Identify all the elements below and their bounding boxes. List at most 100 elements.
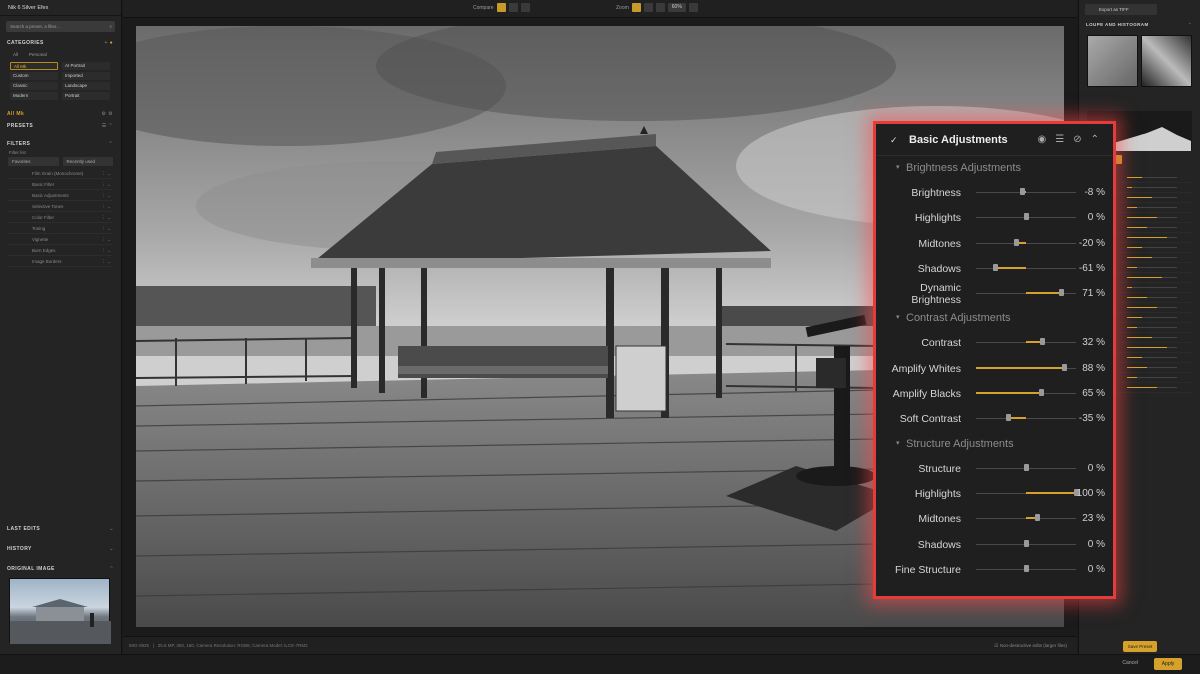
last-edits-header[interactable]: LAST EDITS ⌄ [0, 523, 122, 535]
category-item[interactable]: Landscape [62, 82, 110, 90]
search-input[interactable]: Search a preset, a filter... ⌕ [6, 21, 115, 32]
slider-handle[interactable] [1059, 289, 1064, 297]
cancel-button[interactable]: Cancel [1122, 660, 1138, 666]
chevron-up-icon[interactable]: ⌃ [1188, 19, 1192, 31]
slider-handle[interactable] [1019, 188, 1025, 195]
chevron-down-icon[interactable]: ⌄ [109, 543, 114, 555]
category-item[interactable]: AI Portrait [62, 62, 110, 70]
adjustment-slider-row[interactable]: Soft Contrast -35 % [876, 406, 1113, 431]
chevron-down-icon[interactable]: ⌄ [109, 523, 114, 535]
chevron-up-icon[interactable]: ⌃ [1091, 134, 1099, 145]
filter-item-toggle-icon[interactable]: ⋮ ⌄ [101, 190, 111, 201]
filter-item[interactable]: Basic Adjustments ⋮ ⌄ [8, 190, 113, 201]
adjustment-slider-row[interactable]: Dynamic Brightness 71 % [876, 281, 1113, 306]
adjustment-slider-row[interactable]: Amplify Whites 88 % [876, 356, 1113, 381]
adjustment-slider-row[interactable]: Structure 0 % [876, 456, 1113, 481]
reset-icon[interactable]: ⊘ [1073, 134, 1081, 145]
slider-handle[interactable] [1006, 414, 1011, 422]
zoom-value[interactable]: 60% [667, 3, 686, 12]
filter-item-toggle-icon[interactable]: ⋮ ⌄ [101, 234, 111, 245]
filter-item[interactable]: Color Filter ⋮ ⌄ [8, 212, 113, 223]
filter-item[interactable]: Film Grain (Monochrome) ⋮ ⌄ [8, 168, 113, 179]
filter-item-toggle-icon[interactable]: ⋮ ⌄ [101, 179, 111, 190]
compare-full-button[interactable] [520, 3, 530, 12]
slider-handle[interactable] [993, 263, 998, 271]
export-button[interactable]: Export as TIFF [1085, 4, 1157, 15]
add-icon[interactable]: + ● [104, 37, 113, 49]
adjustment-slider-row[interactable]: Midtones 23 % [876, 506, 1113, 531]
adjustment-slider-row[interactable]: Contrast 32 % [876, 330, 1113, 355]
chevron-down-icon[interactable]: ▾ [896, 156, 900, 180]
original-image-thumbnail[interactable] [9, 578, 111, 644]
adjustment-slider-row[interactable]: Brightness -8 % [876, 180, 1113, 205]
adjustment-group-header[interactable]: ▾ Structure Adjustments [876, 432, 1113, 456]
slider-handle[interactable] [1023, 213, 1029, 221]
filter-item-toggle-icon[interactable]: ⋮ ⌄ [101, 223, 111, 234]
chevron-down-icon[interactable]: ▾ [896, 432, 900, 456]
save-preset-button[interactable]: Save Preset [1123, 641, 1157, 652]
slider-handle[interactable] [1023, 463, 1029, 471]
menu-icon[interactable]: ☰ [1055, 134, 1064, 145]
original-image-header[interactable]: ORIGINAL IMAGE ⌃ [0, 563, 122, 575]
slider-handle[interactable] [1023, 539, 1029, 547]
categories-header[interactable]: CATEGORIES + ● [0, 37, 121, 49]
adjustment-slider-row[interactable]: Midtones -20 % [876, 231, 1113, 256]
filter-item[interactable]: Burn Edges ⋮ ⌄ [8, 245, 113, 256]
adjustment-slider-row[interactable]: Highlights 100 % [876, 481, 1113, 506]
filter-item-toggle-icon[interactable]: ⋮ ⌄ [101, 212, 111, 223]
compare-side-button[interactable] [508, 3, 518, 12]
adjustment-slider-row[interactable]: Fine Structure 0 % [876, 557, 1113, 582]
zoom-fit-button[interactable] [631, 3, 641, 12]
zoom-100-button[interactable] [655, 3, 665, 12]
adjustment-slider-row[interactable]: Shadows 0 % [876, 532, 1113, 557]
adjustment-slider-row[interactable]: Amplify Blacks 65 % [876, 381, 1113, 406]
slider-track[interactable] [976, 242, 1076, 244]
category-item[interactable]: Classic [10, 82, 58, 90]
zoom-dropdown[interactable] [688, 3, 698, 12]
filter-item[interactable]: Toning ⋮ ⌄ [8, 223, 113, 234]
chevron-up-icon[interactable]: ⌃ [109, 563, 114, 575]
slider-handle[interactable] [1035, 514, 1040, 522]
settings-icon[interactable]: ⚙ ⚙ [101, 108, 113, 120]
loupe-header[interactable]: LOUPE AND HISTOGRAM ⌃ [1079, 19, 1200, 31]
slider-handle[interactable] [1038, 389, 1044, 397]
filter-item[interactable]: Image Borders ⋮ ⌄ [8, 256, 113, 267]
slider-handle[interactable] [1061, 363, 1067, 371]
zoom-fill-button[interactable] [643, 3, 653, 12]
category-tab[interactable]: Personal [25, 51, 51, 58]
history-header[interactable]: HISTORY ⌄ [0, 543, 122, 555]
eye-icon[interactable]: ◉ [1038, 134, 1047, 145]
compare-split-button[interactable] [496, 3, 506, 12]
slider-track[interactable] [976, 192, 1076, 193]
filter-item-toggle-icon[interactable]: ⋮ ⌄ [101, 245, 111, 256]
slider-handle[interactable] [1039, 338, 1045, 346]
slider-handle[interactable] [1013, 238, 1019, 246]
chevron-down-icon[interactable]: ▾ [896, 306, 900, 330]
presets-menu-icon[interactable]: ☰ ⌃ [102, 120, 113, 132]
nondestructive-toggle[interactable]: ☑ Non-destructive edits (larger files) [994, 637, 1067, 655]
category-item[interactable]: Portrait [62, 92, 110, 100]
filter-item[interactable]: Basic Filter ⋮ ⌄ [8, 179, 113, 190]
filter-item[interactable]: Vignette ⋮ ⌄ [8, 234, 113, 245]
filters-header[interactable]: FILTERS ⌃ [0, 138, 121, 150]
slider-track[interactable] [976, 418, 1076, 420]
filter-button[interactable]: Favorites [8, 157, 59, 166]
filter-item-toggle-icon[interactable]: ⋮ ⌄ [101, 256, 111, 267]
adjustment-group-header[interactable]: ▾ Contrast Adjustments [876, 306, 1113, 330]
presets-header[interactable]: PRESETS ☰ ⌃ [0, 120, 121, 132]
chevron-up-icon[interactable]: ⌃ [108, 138, 113, 150]
filter-button[interactable]: Recently used [62, 157, 113, 166]
slider-handle[interactable] [1023, 564, 1029, 572]
filter-item[interactable]: Selective Tones ⋮ ⌄ [8, 201, 113, 212]
filter-item-toggle-icon[interactable]: ⋮ ⌄ [101, 201, 111, 212]
category-item[interactable]: Imported [62, 72, 110, 80]
enable-checkbox[interactable]: ✓ [890, 136, 899, 145]
adjustment-slider-row[interactable]: Highlights 0 % [876, 205, 1113, 230]
slider-track[interactable] [976, 267, 1076, 269]
adjustment-slider-row[interactable]: Shadows -61 % [876, 256, 1113, 281]
category-item[interactable]: All Mk [10, 62, 58, 70]
apply-button[interactable]: Apply [1154, 658, 1182, 670]
adjustment-group-header[interactable]: ▾ Brightness Adjustments [876, 156, 1113, 180]
category-item[interactable]: Modern [10, 92, 58, 100]
category-item[interactable]: Custom [10, 72, 58, 80]
